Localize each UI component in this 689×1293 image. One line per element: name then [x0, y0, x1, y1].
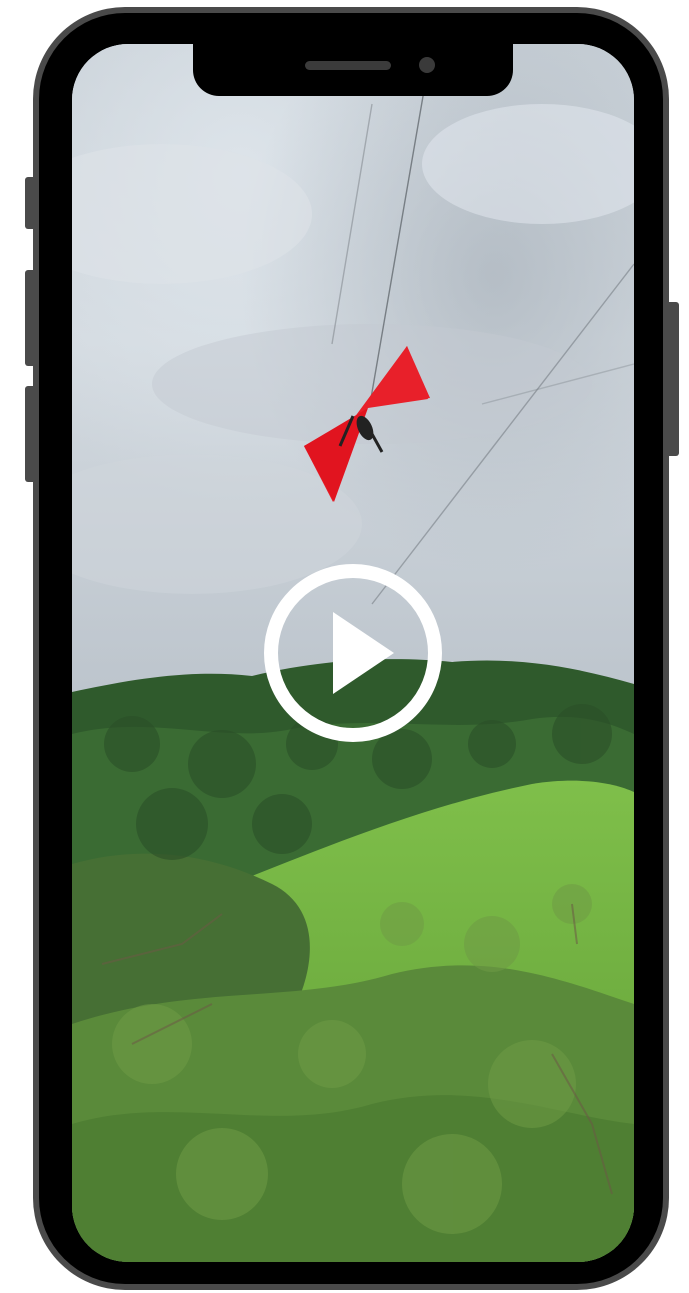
play-button[interactable]	[262, 562, 444, 744]
notch	[193, 44, 513, 96]
play-circle-icon	[264, 564, 442, 742]
forest-hill	[72, 659, 634, 1262]
front-camera	[419, 57, 435, 73]
earpiece-speaker	[305, 61, 391, 70]
power-button[interactable]	[669, 302, 679, 456]
